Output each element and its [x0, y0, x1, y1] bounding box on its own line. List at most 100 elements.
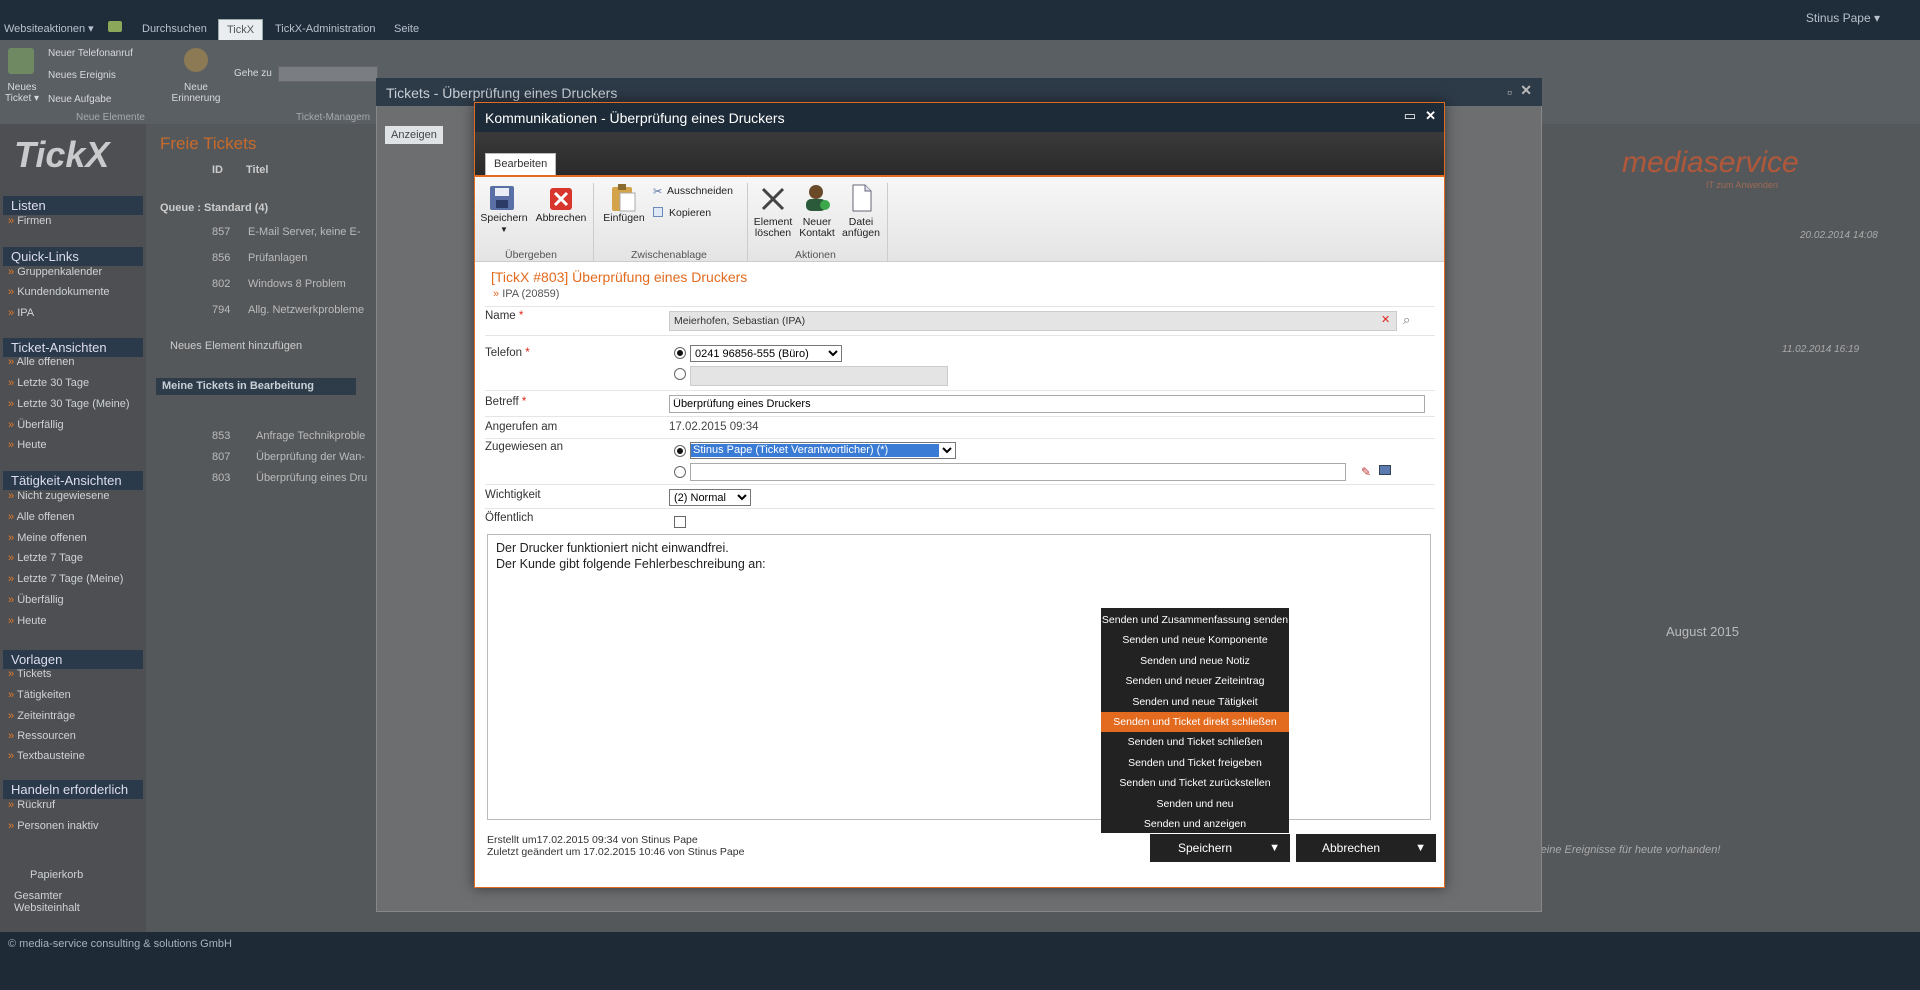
- nav-item[interactable]: Alle offenen: [8, 511, 75, 523]
- priority-select[interactable]: (2) Normal: [669, 489, 751, 506]
- delete-button[interactable]: Element löschen: [751, 217, 795, 239]
- dropdown-arrow-icon[interactable]: ▼: [1269, 834, 1280, 862]
- new-ticket-button[interactable]: Neues Ticket ▾: [2, 82, 42, 104]
- check-names-icon[interactable]: ✎: [1361, 465, 1371, 479]
- nav-section-4[interactable]: Vorlagen: [3, 650, 143, 669]
- close-icon[interactable]: ✕: [1425, 108, 1436, 124]
- nav-item[interactable]: Letzte 30 Tage: [8, 377, 89, 389]
- phone-other-field[interactable]: [690, 366, 948, 386]
- my-ticket-title[interactable]: Überprüfung der Wan-: [256, 451, 365, 463]
- my-ticket-title[interactable]: Überprüfung eines Dru: [256, 472, 367, 484]
- menu-item[interactable]: Senden und neuer Zeiteintrag: [1101, 671, 1289, 691]
- new-event-button[interactable]: Neues Ereignis: [48, 70, 116, 81]
- new-call-button[interactable]: Neuer Telefonanruf: [48, 48, 133, 59]
- dropdown-arrow-icon[interactable]: ▼: [1415, 834, 1426, 862]
- nav-item[interactable]: Letzte 7 Tage: [8, 552, 83, 564]
- goto-input[interactable]: [278, 66, 378, 82]
- all-content-link[interactable]: Gesamter Websiteinhalt: [14, 890, 124, 914]
- assigned-other-input[interactable]: [690, 463, 1346, 481]
- nav-item[interactable]: Nicht zugewiesene: [8, 490, 109, 502]
- assigned-select[interactable]: Stinus Pape (Ticket Verantwortlicher) (*…: [690, 442, 956, 459]
- nav-item[interactable]: Überfällig: [8, 419, 63, 431]
- free-ticket-title[interactable]: E-Mail Server, keine E-: [248, 226, 360, 238]
- menu-item[interactable]: Senden und anzeigen: [1101, 814, 1289, 834]
- new-task-button[interactable]: Neue Aufgabe: [48, 94, 111, 105]
- menu-item[interactable]: Senden und neue Komponente: [1101, 630, 1289, 650]
- nav-item[interactable]: Rückruf: [8, 799, 55, 811]
- nav-item[interactable]: Ressourcen: [8, 730, 76, 742]
- save-button[interactable]: Speichern: [479, 213, 529, 224]
- menu-item[interactable]: Senden und neue Notiz: [1101, 651, 1289, 671]
- nav-section-5[interactable]: Handeln erforderlich: [3, 780, 143, 799]
- my-tickets-header[interactable]: Meine Tickets in Bearbeitung: [156, 378, 356, 395]
- tab-seite[interactable]: Seite: [386, 19, 427, 40]
- assigned-radio-1[interactable]: [674, 445, 686, 457]
- nav-section-1[interactable]: Quick-Links: [3, 247, 143, 266]
- phone-radio-2[interactable]: [674, 368, 686, 380]
- nav-item[interactable]: IPA: [8, 307, 34, 319]
- phone-radio-1[interactable]: [674, 347, 686, 359]
- nav-item[interactable]: Kundendokumente: [8, 286, 109, 298]
- nav-item[interactable]: Heute: [8, 615, 46, 627]
- user-menu[interactable]: Stinus Pape ▾: [1806, 11, 1880, 25]
- nav-item[interactable]: Meine offenen: [8, 532, 87, 544]
- public-checkbox[interactable]: [674, 516, 686, 528]
- cut-button[interactable]: Ausschneiden: [667, 186, 733, 197]
- menu-item[interactable]: Senden und Zusammenfassung senden: [1101, 610, 1289, 630]
- nav-item[interactable]: Gruppenkalender: [8, 266, 102, 278]
- nav-item[interactable]: Letzte 7 Tage (Meine): [8, 573, 123, 585]
- nav-item[interactable]: Tätigkeiten: [8, 689, 71, 701]
- name-field[interactable]: Meierhofen, Sebastian (IPA): [669, 311, 1397, 331]
- attach-file-button[interactable]: Datei anfügen: [839, 217, 883, 239]
- menu-item[interactable]: Senden und Ticket freigeben: [1101, 753, 1289, 773]
- free-ticket-title[interactable]: Allg. Netzwerkprobleme: [248, 304, 364, 316]
- trash-link[interactable]: Papierkorb: [30, 869, 83, 881]
- nav-item[interactable]: Überfällig: [8, 594, 63, 606]
- nav-item[interactable]: Heute: [8, 439, 46, 451]
- menu-item[interactable]: Senden und Ticket zurückstellen: [1101, 773, 1289, 793]
- nav-item[interactable]: Letzte 30 Tage (Meine): [8, 398, 129, 410]
- nav-section-0[interactable]: Listen: [3, 196, 143, 215]
- tab-anzeigen[interactable]: Anzeigen: [385, 126, 443, 144]
- save-split-button[interactable]: Speichern ▼: [1150, 834, 1290, 862]
- add-item-link[interactable]: Neues Element hinzufügen: [170, 340, 302, 352]
- maximize-icon[interactable]: ▫: [1507, 84, 1512, 100]
- cancel-button[interactable]: Abbrechen: [533, 213, 589, 224]
- address-book-icon[interactable]: [1379, 465, 1391, 475]
- queue-group[interactable]: Queue : Standard (4): [160, 202, 268, 214]
- maximize-icon[interactable]: ▭: [1404, 108, 1416, 124]
- new-reminder-button[interactable]: Neue Erinnerung: [166, 82, 226, 104]
- tab-tickx[interactable]: TickX: [218, 19, 264, 40]
- close-icon[interactable]: ✕: [1520, 82, 1532, 99]
- phone-select[interactable]: 0241 96856-555 (Büro): [690, 345, 842, 362]
- search-icon[interactable]: ⌕: [1403, 312, 1410, 328]
- new-contact-button[interactable]: Neuer Kontakt: [795, 217, 839, 239]
- copy-button[interactable]: Kopieren: [669, 208, 711, 219]
- site-actions-menu[interactable]: Websiteaktionen ▾: [4, 22, 94, 35]
- navigate-up-icon[interactable]: [108, 21, 122, 32]
- nav-item[interactable]: Zeiteinträge: [8, 710, 75, 722]
- tab-bearbeiten[interactable]: Bearbeiten: [485, 153, 557, 175]
- menu-item[interactable]: Senden und Ticket schließen: [1101, 732, 1289, 752]
- nav-item[interactable]: Textbausteine: [8, 750, 85, 762]
- paste-button[interactable]: Einfügen: [597, 213, 651, 224]
- ticket-heading[interactable]: [TickX #803] Überprüfung eines Druckers: [491, 269, 747, 285]
- cancel-split-button[interactable]: Abbrechen ▼: [1296, 834, 1436, 862]
- menu-item[interactable]: Senden und neu: [1101, 794, 1289, 814]
- nav-item[interactable]: Tickets: [8, 668, 51, 680]
- free-ticket-title[interactable]: Windows 8 Problem: [248, 278, 346, 290]
- menu-item[interactable]: Senden und neue Tätigkeit: [1101, 692, 1289, 712]
- nav-item[interactable]: Personen inaktiv: [8, 820, 98, 832]
- nav-item[interactable]: Alle offenen: [8, 356, 75, 368]
- assigned-radio-2[interactable]: [674, 466, 686, 478]
- menu-item[interactable]: Senden und Ticket direkt schließen: [1101, 712, 1289, 732]
- my-ticket-title[interactable]: Anfrage Technikproble: [256, 430, 365, 442]
- clear-icon[interactable]: ✕: [1381, 313, 1390, 326]
- body-editor[interactable]: Der Drucker funktioniert nicht einwandfr…: [487, 534, 1431, 820]
- subject-input[interactable]: [669, 395, 1425, 413]
- tab-durchsuchen[interactable]: Durchsuchen: [134, 19, 215, 40]
- save-dropdown-icon[interactable]: ▼: [479, 224, 529, 235]
- nav-section-2[interactable]: Ticket-Ansichten: [3, 338, 143, 357]
- nav-section-3[interactable]: Tätigkeit-Ansichten: [3, 471, 143, 490]
- tab-tickx-admin[interactable]: TickX-Administration: [267, 19, 383, 40]
